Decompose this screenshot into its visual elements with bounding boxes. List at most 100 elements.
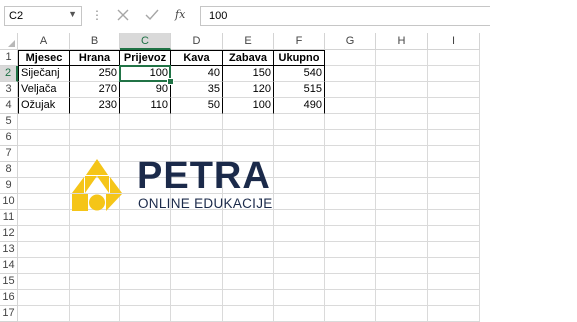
cell-g13[interactable] — [325, 242, 376, 258]
cell-e2[interactable]: 150 — [223, 66, 274, 82]
cell-h6[interactable] — [376, 130, 428, 146]
cell-i17[interactable] — [428, 306, 480, 322]
row-header-2[interactable]: 2 — [0, 66, 18, 82]
cell-b4[interactable]: 230 — [70, 98, 120, 114]
cell-i16[interactable] — [428, 290, 480, 306]
cell-a16[interactable] — [18, 290, 70, 306]
cell-g2[interactable] — [325, 66, 376, 82]
cell-f6[interactable] — [274, 130, 325, 146]
cell-d15[interactable] — [171, 274, 223, 290]
cell-e15[interactable] — [223, 274, 274, 290]
cell-h4[interactable] — [376, 98, 428, 114]
cell-b5[interactable] — [70, 114, 120, 130]
checkmark-icon[interactable] — [144, 7, 160, 23]
cell-f10[interactable] — [274, 194, 325, 210]
cell-a14[interactable] — [18, 258, 70, 274]
cell-g3[interactable] — [325, 82, 376, 98]
cell-a5[interactable] — [18, 114, 70, 130]
cell-g5[interactable] — [325, 114, 376, 130]
chevron-down-icon[interactable]: ▼ — [68, 9, 77, 19]
cell-i8[interactable] — [428, 162, 480, 178]
cell-f9[interactable] — [274, 178, 325, 194]
cell-a17[interactable] — [18, 306, 70, 322]
cell-e14[interactable] — [223, 258, 274, 274]
cell-h15[interactable] — [376, 274, 428, 290]
cell-a10[interactable] — [18, 194, 70, 210]
cell-f7[interactable] — [274, 146, 325, 162]
cell-i10[interactable] — [428, 194, 480, 210]
cell-a8[interactable] — [18, 162, 70, 178]
cell-h11[interactable] — [376, 210, 428, 226]
column-header-b[interactable]: B — [70, 33, 120, 50]
cell-f2[interactable]: 540 — [274, 66, 325, 82]
fill-handle[interactable] — [167, 78, 174, 85]
cell-b3[interactable]: 270 — [70, 82, 120, 98]
cell-i15[interactable] — [428, 274, 480, 290]
cell-e1[interactable]: Zabava — [223, 50, 274, 66]
cell-f16[interactable] — [274, 290, 325, 306]
insert-function-icon[interactable]: fx — [175, 8, 185, 21]
cell-a4[interactable]: Ožujak — [18, 98, 70, 114]
cell-f11[interactable] — [274, 210, 325, 226]
cell-g1[interactable] — [325, 50, 376, 66]
cell-b6[interactable] — [70, 130, 120, 146]
cell-f15[interactable] — [274, 274, 325, 290]
cell-c16[interactable] — [120, 290, 171, 306]
cell-c12[interactable] — [120, 226, 171, 242]
column-header-d[interactable]: D — [171, 33, 223, 50]
row-header-3[interactable]: 3 — [0, 82, 18, 98]
cell-e16[interactable] — [223, 290, 274, 306]
cell-a1[interactable]: Mjesec — [18, 50, 70, 66]
row-header-5[interactable]: 5 — [0, 114, 18, 130]
cell-b1[interactable]: Hrana — [70, 50, 120, 66]
cell-i2[interactable] — [428, 66, 480, 82]
cell-d12[interactable] — [171, 226, 223, 242]
row-header-7[interactable]: 7 — [0, 146, 18, 162]
name-box[interactable]: C2 ▼ — [4, 6, 82, 26]
cell-b14[interactable] — [70, 258, 120, 274]
cell-d17[interactable] — [171, 306, 223, 322]
cell-g8[interactable] — [325, 162, 376, 178]
cell-e12[interactable] — [223, 226, 274, 242]
cell-d16[interactable] — [171, 290, 223, 306]
column-header-f[interactable]: F — [274, 33, 325, 50]
cell-d14[interactable] — [171, 258, 223, 274]
row-header-6[interactable]: 6 — [0, 130, 18, 146]
cell-c5[interactable] — [120, 114, 171, 130]
cell-a9[interactable] — [18, 178, 70, 194]
cell-d3[interactable]: 35 — [171, 82, 223, 98]
cell-a15[interactable] — [18, 274, 70, 290]
cell-g12[interactable] — [325, 226, 376, 242]
cell-f12[interactable] — [274, 226, 325, 242]
cell-a7[interactable] — [18, 146, 70, 162]
row-header-9[interactable]: 9 — [0, 178, 18, 194]
row-header-11[interactable]: 11 — [0, 210, 18, 226]
cell-h17[interactable] — [376, 306, 428, 322]
cell-i5[interactable] — [428, 114, 480, 130]
cell-a12[interactable] — [18, 226, 70, 242]
cell-a2[interactable]: Siječanj — [18, 66, 70, 82]
cell-d5[interactable] — [171, 114, 223, 130]
cell-h9[interactable] — [376, 178, 428, 194]
cell-d6[interactable] — [171, 130, 223, 146]
cell-b12[interactable] — [70, 226, 120, 242]
cell-a13[interactable] — [18, 242, 70, 258]
column-header-h[interactable]: H — [376, 33, 428, 50]
cell-h5[interactable] — [376, 114, 428, 130]
cell-h1[interactable] — [376, 50, 428, 66]
cell-e17[interactable] — [223, 306, 274, 322]
cell-i7[interactable] — [428, 146, 480, 162]
cell-h13[interactable] — [376, 242, 428, 258]
cell-f4[interactable]: 490 — [274, 98, 325, 114]
cell-i3[interactable] — [428, 82, 480, 98]
cell-f5[interactable] — [274, 114, 325, 130]
cell-f3[interactable]: 515 — [274, 82, 325, 98]
cell-d1[interactable]: Kava — [171, 50, 223, 66]
column-header-i[interactable]: I — [428, 33, 480, 50]
row-header-16[interactable]: 16 — [0, 290, 18, 306]
cell-h3[interactable] — [376, 82, 428, 98]
cell-c13[interactable] — [120, 242, 171, 258]
cell-f17[interactable] — [274, 306, 325, 322]
cell-i6[interactable] — [428, 130, 480, 146]
cell-g17[interactable] — [325, 306, 376, 322]
